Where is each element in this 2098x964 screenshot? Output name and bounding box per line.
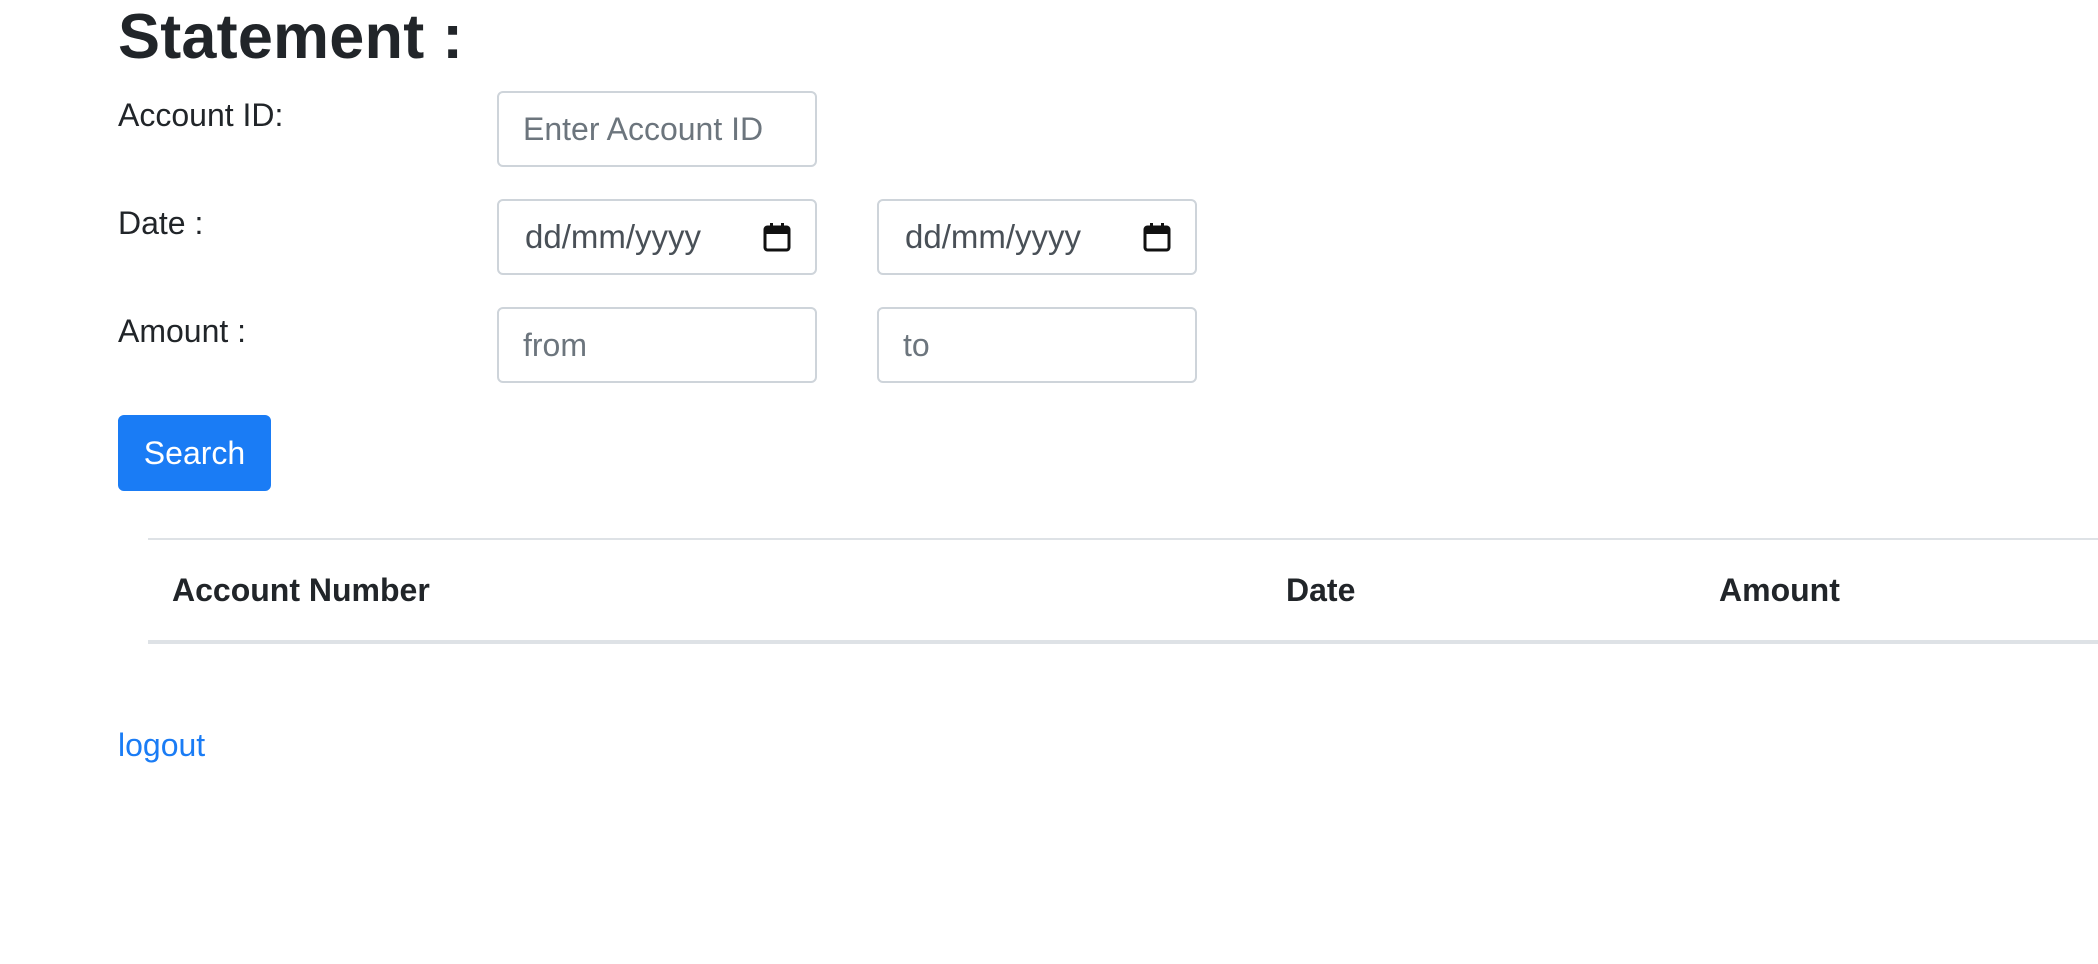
date-to-input[interactable]: dd/mm/yyyy xyxy=(877,199,1197,275)
page-title: Statement : xyxy=(118,2,464,72)
logout-link[interactable]: logout xyxy=(118,725,205,765)
amount-to-input[interactable] xyxy=(877,307,1197,383)
date-to-placeholder: dd/mm/yyyy xyxy=(905,218,1082,255)
account-id-input[interactable] xyxy=(497,91,817,167)
table-header-row: Account Number Date Amount xyxy=(148,538,2098,644)
date-label: Date : xyxy=(118,205,204,241)
column-header-amount: Amount xyxy=(1719,538,2098,644)
amount-label: Amount : xyxy=(118,313,247,349)
statement-table: Account Number Date Amount xyxy=(148,538,2098,644)
date-from-input[interactable]: dd/mm/yyyy xyxy=(497,199,817,275)
column-header-date: Date xyxy=(1286,538,1719,644)
search-button[interactable]: Search xyxy=(118,415,271,491)
amount-from-input[interactable] xyxy=(497,307,817,383)
calendar-icon[interactable] xyxy=(763,222,791,252)
date-from-placeholder: dd/mm/yyyy xyxy=(525,218,702,255)
statement-page: Statement : Account ID: Date : dd/mm/yyy… xyxy=(0,0,2098,964)
column-header-account-number: Account Number xyxy=(148,538,1286,644)
calendar-icon[interactable] xyxy=(1143,222,1171,252)
account-id-label: Account ID: xyxy=(118,97,284,133)
